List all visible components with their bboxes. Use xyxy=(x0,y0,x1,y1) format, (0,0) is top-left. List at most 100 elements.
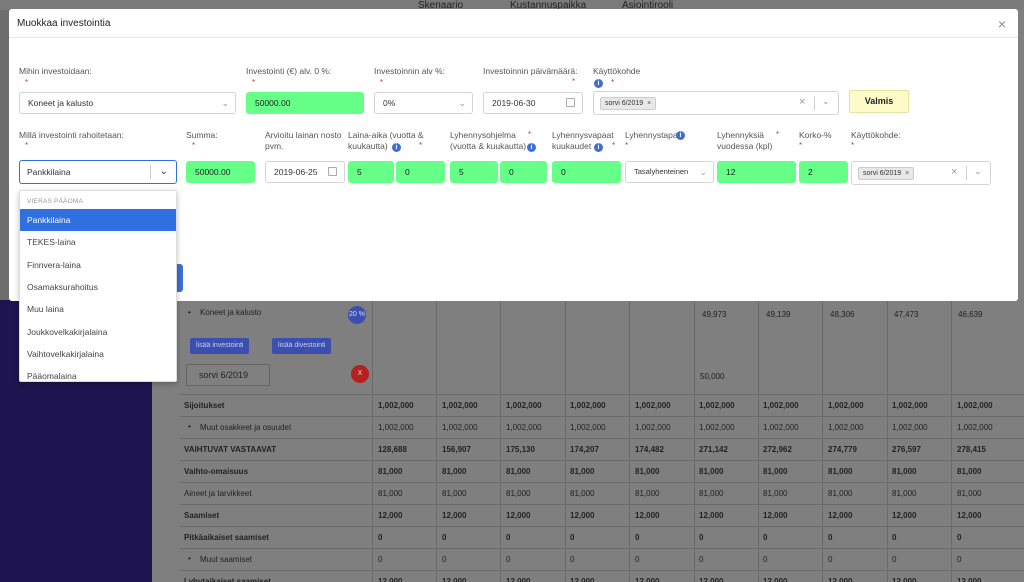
financing-select[interactable]: Pankkilaina ⌄ xyxy=(19,160,177,184)
table-cell: 0 xyxy=(378,533,383,542)
target-select[interactable]: Koneet ja kalusto ⌄ xyxy=(19,92,236,114)
dropdown-option[interactable]: Pankkilaina xyxy=(20,209,176,231)
table-row-label: VAIHTUVAT VASTAAVAT xyxy=(184,445,277,454)
table-cell: 81,000 xyxy=(892,489,917,498)
table-cell: 81,000 xyxy=(699,489,724,498)
clear-icon[interactable]: × xyxy=(951,166,957,178)
dropdown-option[interactable]: Osamaksurahoitus xyxy=(20,276,176,298)
table-cell: 12,000 xyxy=(506,577,531,582)
loan-term-months-input[interactable]: 0 xyxy=(396,161,445,183)
table-cell: 12,000 xyxy=(892,511,917,520)
required-mark: * xyxy=(192,141,196,150)
amount-input[interactable]: 50000.00 xyxy=(246,92,364,114)
required-mark: * xyxy=(380,78,384,87)
remove-tag-icon[interactable]: × xyxy=(905,170,909,177)
table-cell: 0 xyxy=(892,555,897,564)
required-mark: * xyxy=(25,78,29,87)
dropdown-option[interactable]: Muu laina xyxy=(20,298,176,320)
table-cell: 1,002,000 xyxy=(763,401,799,410)
remove-icon[interactable]: X xyxy=(351,365,369,383)
table-cell: 81,000 xyxy=(506,489,531,498)
done-button[interactable]: Valmis xyxy=(849,90,909,113)
table-row-label: Muut osakkeet ja osuudet xyxy=(200,423,292,432)
bullet: • xyxy=(188,422,191,431)
table-cell: 81,000 xyxy=(763,467,788,476)
table-divider xyxy=(500,300,501,582)
table-cell: 0 xyxy=(442,533,447,542)
vat-label: Investoinnin alv %: xyxy=(374,66,445,76)
usage-label-2: Käyttökohde: xyxy=(851,130,901,140)
row-divider xyxy=(180,570,1024,571)
date-input[interactable]: 2019-06-30 xyxy=(483,92,583,114)
table-cell: 1,002,000 xyxy=(957,423,993,432)
table-cell: 1,002,000 xyxy=(442,423,478,432)
usage-multiselect-2[interactable]: sorvi 6/2019 × × ⌄ xyxy=(851,161,991,185)
table-cell: 0 xyxy=(957,533,962,542)
table-cell: 0 xyxy=(570,533,575,542)
table-row-label: Sijoitukset xyxy=(184,401,225,410)
dropdown-option[interactable]: Finnvera-laina xyxy=(20,254,176,276)
table-cell: 156,907 xyxy=(442,445,471,454)
dropdown-option[interactable]: Pääomalaina xyxy=(20,365,176,381)
table-cell: 12,000 xyxy=(957,577,982,582)
table-cell: 0 xyxy=(699,533,704,542)
required-mark: * xyxy=(776,130,780,139)
table-row-label: Aineet ja tarvikkeet xyxy=(184,489,252,498)
required-mark: * xyxy=(252,78,256,87)
table-row-label: Saamiset xyxy=(184,511,220,520)
info-icon[interactable]: i xyxy=(594,78,603,89)
table-cell: 0 xyxy=(378,555,383,564)
table-cell: 12,000 xyxy=(378,577,403,582)
table-cell: 1,002,000 xyxy=(763,423,799,432)
interest-input[interactable]: 2 xyxy=(799,161,848,183)
table-cell: 175,130 xyxy=(506,445,535,454)
required-mark: * xyxy=(799,141,803,150)
info-icon[interactable]: i xyxy=(594,142,603,153)
remove-tag-icon[interactable]: × xyxy=(647,100,651,107)
table-cell: 12,000 xyxy=(570,511,595,520)
divider xyxy=(966,166,967,180)
amortization-months-input[interactable]: 0 xyxy=(500,161,547,183)
method-select-value: Tasalyhenteinen xyxy=(634,167,689,176)
usage-multiselect[interactable]: sorvi 6/2019 × × ⌄ xyxy=(593,91,839,115)
dropdown-option[interactable]: TEKES-laina xyxy=(20,231,176,253)
table-cell: 12,000 xyxy=(570,577,595,582)
info-icon[interactable]: i xyxy=(527,142,536,153)
add-investment-button[interactable]: lisää investointi xyxy=(190,338,250,354)
submit-button-edge[interactable] xyxy=(176,264,183,292)
loan-term-years-input[interactable]: 5 xyxy=(348,161,394,183)
table-cell: 12,000 xyxy=(699,577,724,582)
chevron-down-icon[interactable]: ⌄ xyxy=(974,166,982,177)
sum-input[interactable]: 50000.00 xyxy=(186,161,255,183)
table-cell: 1,002,000 xyxy=(506,401,542,410)
table-cell: 81,000 xyxy=(378,467,403,476)
table-divider xyxy=(822,300,823,582)
add-divestment-button[interactable]: lisää divestointi xyxy=(272,338,332,354)
drawdown-date-value: 2019-06-25 xyxy=(274,167,318,177)
usage-tag: sorvi 6/2019 × xyxy=(600,97,657,110)
interest-label: Korko-% xyxy=(799,130,832,140)
info-icon[interactable]: i xyxy=(392,142,401,153)
table-cell: 0 xyxy=(635,555,640,564)
dropdown-option[interactable]: Vaihtovelkakirjalaina xyxy=(20,343,176,365)
table-cell: 81,000 xyxy=(892,467,917,476)
table-cell: 1,002,000 xyxy=(892,423,928,432)
sorvi-input[interactable]: sorvi 6/2019 xyxy=(186,364,270,386)
chevron-down-icon[interactable]: ⌄ xyxy=(822,96,830,107)
amortization-years-input[interactable]: 5 xyxy=(450,161,498,183)
table-cell: 12,000 xyxy=(699,511,724,520)
info-icon[interactable]: i xyxy=(676,130,685,141)
vat-select[interactable]: 0% ⌄ xyxy=(374,92,473,114)
dropdown-option[interactable]: Joukkovelkakirjalaina xyxy=(20,321,176,343)
table-cell: 12,000 xyxy=(635,511,660,520)
payments-per-year-input[interactable]: 12 xyxy=(717,161,796,183)
table-cell: 271,142 xyxy=(699,445,728,454)
close-icon[interactable]: × xyxy=(998,16,1006,32)
method-select[interactable]: Tasalyhenteinen ⌄ xyxy=(625,161,714,183)
drawdown-date-input[interactable]: 2019-06-25 xyxy=(265,161,345,183)
calendar-icon xyxy=(328,167,337,176)
table-row-label: Muut saamiset xyxy=(200,555,253,564)
clear-icon[interactable]: × xyxy=(799,96,805,108)
grace-months-input[interactable]: 0 xyxy=(552,161,621,183)
required-mark: * xyxy=(611,78,615,87)
